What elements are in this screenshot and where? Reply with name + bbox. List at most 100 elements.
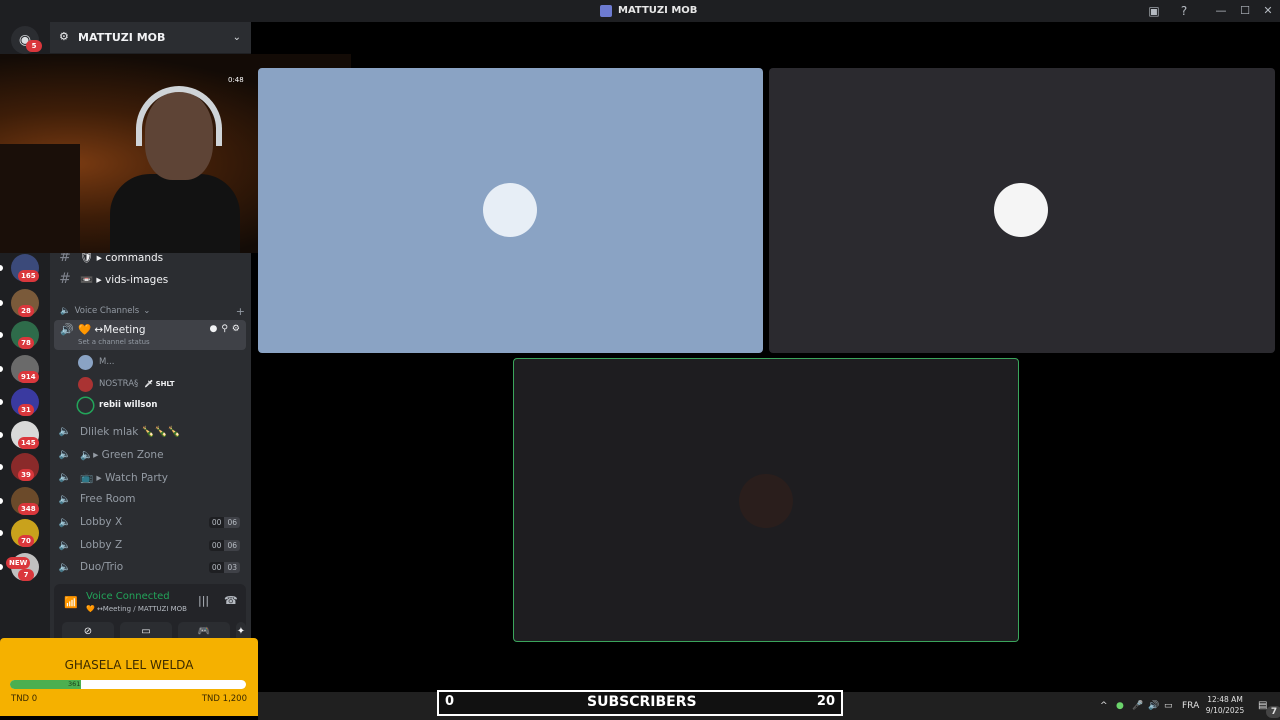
channel-duo-trio[interactable]: 🔈 Duo/Trio 00 03 <box>54 557 246 577</box>
clock-time: 12:48 AM <box>1207 695 1243 704</box>
server-badge: 70 <box>18 535 34 547</box>
server-badge: 28 <box>18 305 34 317</box>
user-name: rebii willson <box>99 400 158 410</box>
server-header[interactable]: ⚙ MATTUZI MOB ⌄ <box>50 22 251 54</box>
gamepad-icon: 🎮 <box>197 626 211 637</box>
subscriber-count: 20 <box>816 694 835 709</box>
channel-lobby-z[interactable]: 🔈 Lobby Z 00 06 <box>54 535 246 555</box>
server-badge: 7 <box>18 569 34 581</box>
voice-user[interactable]: NOSTRA§ 🗡 SHLT <box>78 374 175 394</box>
user-name: NOSTRA§ <box>99 379 139 389</box>
meeting-label: 🧡 ↔Meeting <box>78 324 146 336</box>
server-badge: 165 <box>18 270 39 282</box>
gear-icon: ⚙ <box>59 30 69 43</box>
notification-icon[interactable]: ▤ <box>1258 692 1267 720</box>
camera-off-icon: ⊘ <box>83 626 93 637</box>
channel-label: 📼 ▸ vids-images <box>80 273 169 286</box>
user-tag: 🗡 SHLT <box>144 380 175 388</box>
goal-progress-label: 361 <box>68 680 81 688</box>
notification-badge: 7 <box>1266 706 1280 718</box>
nvidia-icon[interactable]: ● <box>1116 692 1124 720</box>
voice-status[interactable]: Voice Connected <box>86 591 170 602</box>
hash-icon: # <box>59 271 71 287</box>
video-tile[interactable] <box>258 68 763 353</box>
add-channel-icon[interactable]: + <box>236 305 245 318</box>
channel-watch-party[interactable]: 🔈 📺 ▸ Watch Party <box>54 467 246 487</box>
unread-indicator <box>0 432 3 438</box>
unread-indicator <box>0 464 3 470</box>
voice-user[interactable]: rebii willson <box>78 395 157 415</box>
speaker-icon: 🔈 <box>58 516 72 528</box>
channel-label: Duo/Trio <box>80 561 124 573</box>
channel-meeting[interactable]: 🔊 🧡 ↔Meeting Set a channel status ● ⚲ ⚙ <box>54 320 246 350</box>
language-indicator[interactable]: FRA <box>1182 692 1199 720</box>
video-tile-speaking[interactable] <box>513 358 1019 642</box>
microphone-arm <box>0 144 80 253</box>
channel-label: Free Room <box>80 493 136 505</box>
limit-current: 00 <box>208 561 225 573</box>
home-badge: 5 <box>26 40 42 52</box>
participant-avatar <box>483 183 537 237</box>
voice-location[interactable]: 🧡 ↔Meeting / MATTUZI MOB <box>86 605 187 613</box>
network-icon[interactable]: ▭ <box>1164 692 1173 720</box>
help-icon[interactable]: ? <box>1176 3 1192 19</box>
noise-suppression-icon[interactable]: ||| <box>198 594 209 607</box>
category-label: Voice Channels <box>74 306 140 316</box>
disconnect-icon[interactable]: ☎ <box>224 594 238 607</box>
avatar <box>78 354 93 370</box>
channel-vids-images[interactable]: # 📼 ▸ vids-images <box>54 269 246 289</box>
speaker-icon: 🔈 <box>60 306 71 316</box>
chat-icon[interactable]: ● <box>209 324 217 334</box>
limit-max: 03 <box>224 561 240 573</box>
new-badge: NEW <box>6 557 31 569</box>
limit-max: 06 <box>224 539 240 551</box>
participant-avatar <box>994 183 1048 237</box>
channel-status[interactable]: Set a channel status <box>78 338 150 346</box>
subscriber-counter: 0 SUBSCRIBERS 20 <box>437 690 843 716</box>
speaker-icon: 🔈 <box>58 425 72 437</box>
user-limit: 00 06 <box>208 516 240 528</box>
limit-max: 06 <box>224 516 240 528</box>
chevron-up-icon[interactable]: ^ <box>1100 692 1108 720</box>
volume-icon[interactable]: 🔊 <box>1148 692 1159 720</box>
headphones <box>136 86 222 146</box>
speaker-icon: 🔈 <box>58 493 72 505</box>
streamer-body <box>110 174 240 253</box>
inbox-icon[interactable]: ▣ <box>1146 3 1162 19</box>
clock-date: 9/10/2025 <box>1205 706 1245 715</box>
system-clock[interactable]: 12:48 AM 9/10/2025 <box>1200 3 1250 716</box>
speaker-icon: 🔈 <box>58 561 72 573</box>
soundboard-icon: ✦ <box>236 626 246 637</box>
channel-free-room[interactable]: 🔈 Free Room <box>54 489 246 509</box>
speaker-icon: 🔈 <box>58 539 72 551</box>
server-icon <box>600 5 612 17</box>
channel-label: Dlilek mlak 🍾🍾🍾 <box>80 425 181 438</box>
speaker-icon: 🔊 <box>60 323 74 336</box>
subscriber-label: SUBSCRIBERS <box>587 694 697 710</box>
channel-green-zone[interactable]: 🔈 🔈▸ Green Zone <box>54 444 246 464</box>
limit-current: 00 <box>208 516 225 528</box>
signal-icon[interactable]: 📶 <box>64 596 78 609</box>
microphone-icon[interactable]: 🎤 <box>1132 692 1143 720</box>
close-button[interactable]: ✕ <box>1256 0 1280 22</box>
voice-category[interactable]: 🔈 Voice Channels ⌄ + <box>60 305 245 318</box>
avatar <box>78 397 93 413</box>
server-badge: 39 <box>18 469 34 481</box>
goal-min: TND 0 <box>11 694 38 704</box>
server-badge: 914 <box>18 371 39 383</box>
subscriber-left-value: 0 <box>445 694 455 709</box>
avatar <box>78 376 93 392</box>
unread-indicator <box>0 399 3 405</box>
user-limit: 00 06 <box>208 539 240 551</box>
voice-user[interactable]: M... <box>78 352 114 372</box>
limit-current: 00 <box>208 539 225 551</box>
participant-avatar <box>739 474 793 528</box>
unread-indicator <box>0 564 3 570</box>
channel-lobby-x[interactable]: 🔈 Lobby X 00 06 <box>54 512 246 532</box>
channel-label: 🔈▸ Green Zone <box>80 448 164 461</box>
title-bar: MATTUZI MOB ▣ ? — ☐ ✕ <box>0 0 1280 22</box>
channel-dlilek-mlak[interactable]: 🔈 Dlilek mlak 🍾🍾🍾 <box>54 421 246 441</box>
gear-icon[interactable]: ⚙ <box>232 324 240 334</box>
invite-icon[interactable]: ⚲ <box>221 324 228 334</box>
webcam-timestamp: 0:48 <box>228 76 244 84</box>
